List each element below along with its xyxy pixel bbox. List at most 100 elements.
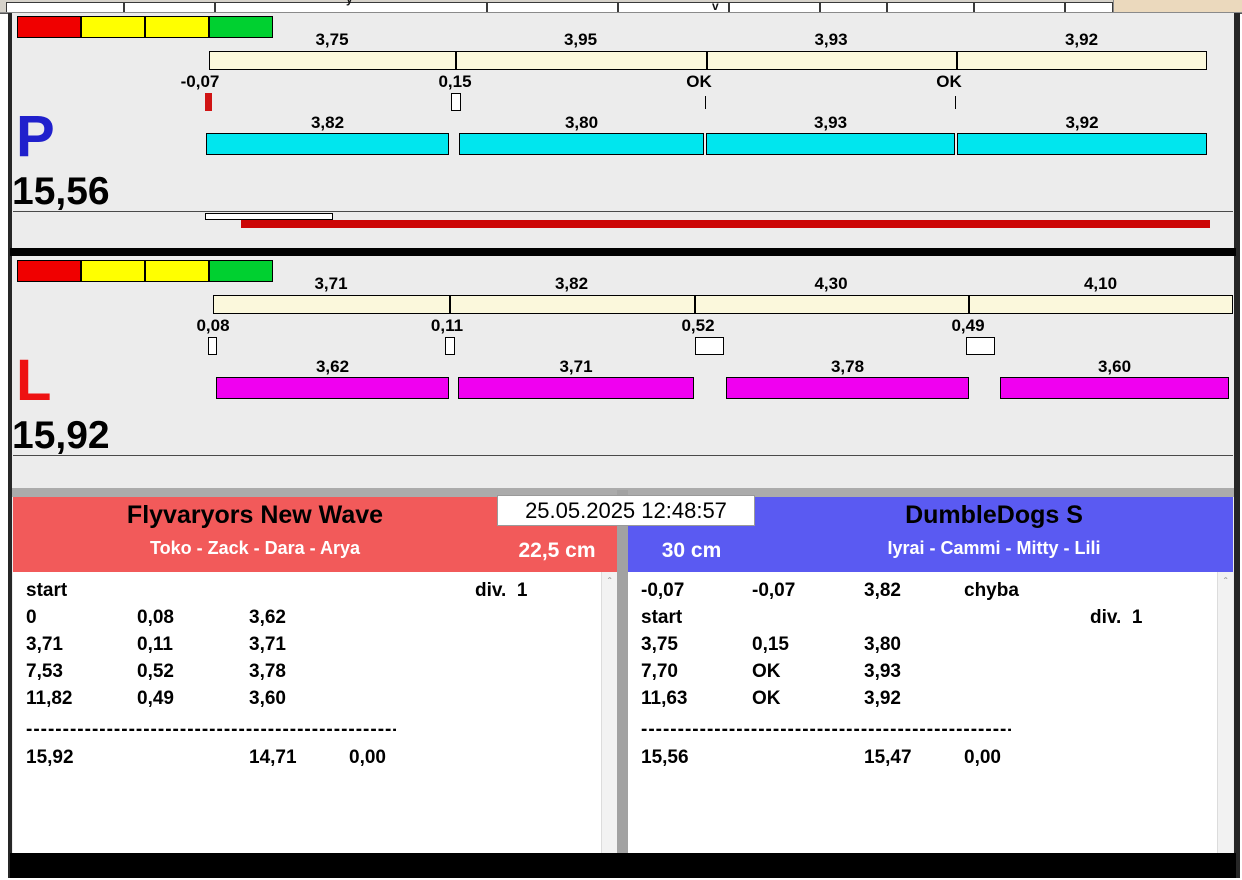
- reference-split-value: 3,75: [209, 31, 455, 48]
- results-cell: -0,07: [752, 578, 795, 603]
- dog-split-value: 3,92: [957, 114, 1207, 131]
- reference-split-value: 4,10: [968, 275, 1233, 292]
- traffic-light-cell: [17, 260, 81, 282]
- results-cell: 3,71: [249, 632, 286, 657]
- results-row: 15,5615,470,00: [628, 745, 1233, 772]
- results-cell: 0,08: [137, 605, 174, 630]
- results-cell: OK: [752, 686, 781, 711]
- progress-track-line: [13, 211, 1233, 212]
- results-cell: 3,71: [26, 632, 63, 657]
- results-cell: 0: [26, 605, 37, 630]
- results-row: -0,07 -0,07 3,82 chyba: [628, 578, 1233, 605]
- crossing-gap-box: [451, 93, 461, 111]
- toolbar-strip: yv: [0, 0, 1242, 13]
- dropdown-arrow-icon: v: [712, 0, 719, 12]
- toolbar-text-fragment: y: [346, 0, 353, 5]
- toolbar-control[interactable]: [1065, 2, 1113, 13]
- dog-split-value: 3,93: [706, 114, 955, 131]
- right-results-textbox[interactable]: ˆ -0,07-0,073,82chybastartdiv. 13,750,15…: [628, 572, 1233, 853]
- results-row: 7,70OK3,93: [628, 659, 1233, 686]
- reference-split-value: 3,92: [956, 31, 1207, 48]
- jump-height-label: 30 cm: [628, 538, 755, 564]
- results-cell: div. 1: [475, 578, 527, 603]
- crossing-gap-box: [208, 337, 217, 355]
- reference-bar-tick: [694, 295, 696, 314]
- results-cell: 0,49: [137, 686, 174, 711]
- team-dog-list: Toko - Zack - Dara - Arya: [13, 537, 497, 559]
- results-cell: 3,78: [249, 659, 286, 684]
- dog-split-value: 3,82: [206, 114, 449, 131]
- lane-panel-p: P 15,56 3,753,953,933,92-0,070,15OKOK3,8…: [0, 14, 1242, 248]
- results-row: 3,750,153,80: [628, 632, 1233, 659]
- results-row: startdiv. 1: [628, 605, 1233, 632]
- results-cell: 11,82: [26, 686, 73, 711]
- results-divider-line: ----------------------------------------…: [26, 720, 396, 740]
- toolbar-control[interactable]: [6, 2, 124, 13]
- toolbar-tan-area: [1113, 0, 1242, 13]
- results-row: 3,71 0,11 3,71: [13, 632, 617, 659]
- progress-track-line: [13, 455, 1233, 456]
- center-divider: [617, 490, 628, 853]
- results-cell: 3,93: [864, 659, 901, 684]
- reference-split-value: 4,30: [694, 275, 968, 292]
- reference-split-value: 3,95: [455, 31, 706, 48]
- results-cell: OK: [752, 659, 781, 684]
- results-cell: 3,82: [864, 578, 901, 603]
- results-cell: 0,15: [752, 632, 789, 657]
- results-cell: chyba: [964, 578, 1019, 603]
- results-cell: 15,56: [641, 745, 689, 770]
- results-cell: 7,53: [26, 659, 63, 684]
- traffic-light-cell: [81, 16, 145, 38]
- dog-split-bar: [706, 133, 955, 155]
- reference-bar-tick: [706, 51, 708, 70]
- results-cell: -0,07: [641, 578, 684, 603]
- results-cell: 15,92: [26, 745, 74, 770]
- toolbar-control[interactable]: [974, 2, 1065, 13]
- flyball-timing-app: yv P 15,56 3,753,953,933,92-0,070,15OKOK…: [0, 0, 1242, 880]
- results-cell: 14,71: [249, 745, 297, 770]
- reference-bar-tick: [968, 295, 970, 314]
- results-cell: 15,47: [864, 745, 912, 770]
- reference-bar-tick: [455, 51, 457, 70]
- reference-bar-tick: [956, 51, 958, 70]
- lane-panel-l: L 15,92 3,713,824,304,100,080,110,520,49…: [0, 258, 1242, 488]
- team-dog-list: Iyrai - Cammi - Mitty - Lili: [755, 537, 1233, 559]
- reference-split-bar: [209, 51, 1207, 70]
- crossing-ok-tick: [955, 96, 956, 109]
- toolbar-control[interactable]: [820, 2, 887, 13]
- progress-white-box: [205, 213, 333, 220]
- lane-letter: P: [16, 108, 55, 166]
- results-cell: 3,62: [249, 605, 286, 630]
- lane-total-time: 15,56: [12, 172, 110, 212]
- dog-split-bar: [216, 377, 449, 399]
- bottom-black-bar: [10, 853, 1236, 878]
- traffic-light-cell: [81, 260, 145, 282]
- left-results-textbox[interactable]: ˆ startdiv. 100,083,623,710,113,717,530,…: [13, 572, 617, 853]
- dog-split-value: 3,78: [726, 358, 969, 375]
- crossing-time-label: OK: [904, 73, 994, 90]
- lane-total-time: 15,92: [12, 416, 110, 456]
- crossing-time-label: -0,07: [155, 73, 245, 90]
- progress-red-bar: [241, 220, 1210, 228]
- datetime-display: 25.05.2025 12:48:57: [497, 495, 755, 526]
- toolbar-control[interactable]: [487, 2, 618, 13]
- toolbar-control[interactable]: [124, 2, 215, 13]
- results-cell: 0,11: [137, 632, 173, 657]
- crossing-time-label: 0,08: [168, 317, 258, 334]
- dog-split-bar: [458, 377, 694, 399]
- traffic-light-cell: [145, 260, 209, 282]
- toolbar-control[interactable]: [729, 2, 820, 13]
- crossing-ok-tick: [705, 96, 706, 109]
- crossing-time-label: 0,49: [923, 317, 1013, 334]
- crossing-time-label: OK: [654, 73, 744, 90]
- results-row: 11,820,493,60: [13, 686, 617, 713]
- dog-split-value: 3,62: [216, 358, 449, 375]
- crossing-gap-box: [205, 93, 212, 111]
- team-name: DumbleDogs S: [755, 500, 1233, 530]
- toolbar-control[interactable]: [887, 2, 974, 13]
- results-row: 15,9214,710,00: [13, 745, 617, 772]
- dog-split-bar: [957, 133, 1207, 155]
- crossing-time-label: 0,11: [402, 317, 492, 334]
- results-row: 0 0,08 3,62: [13, 605, 617, 632]
- results-divider-line: ----------------------------------------…: [641, 720, 1011, 740]
